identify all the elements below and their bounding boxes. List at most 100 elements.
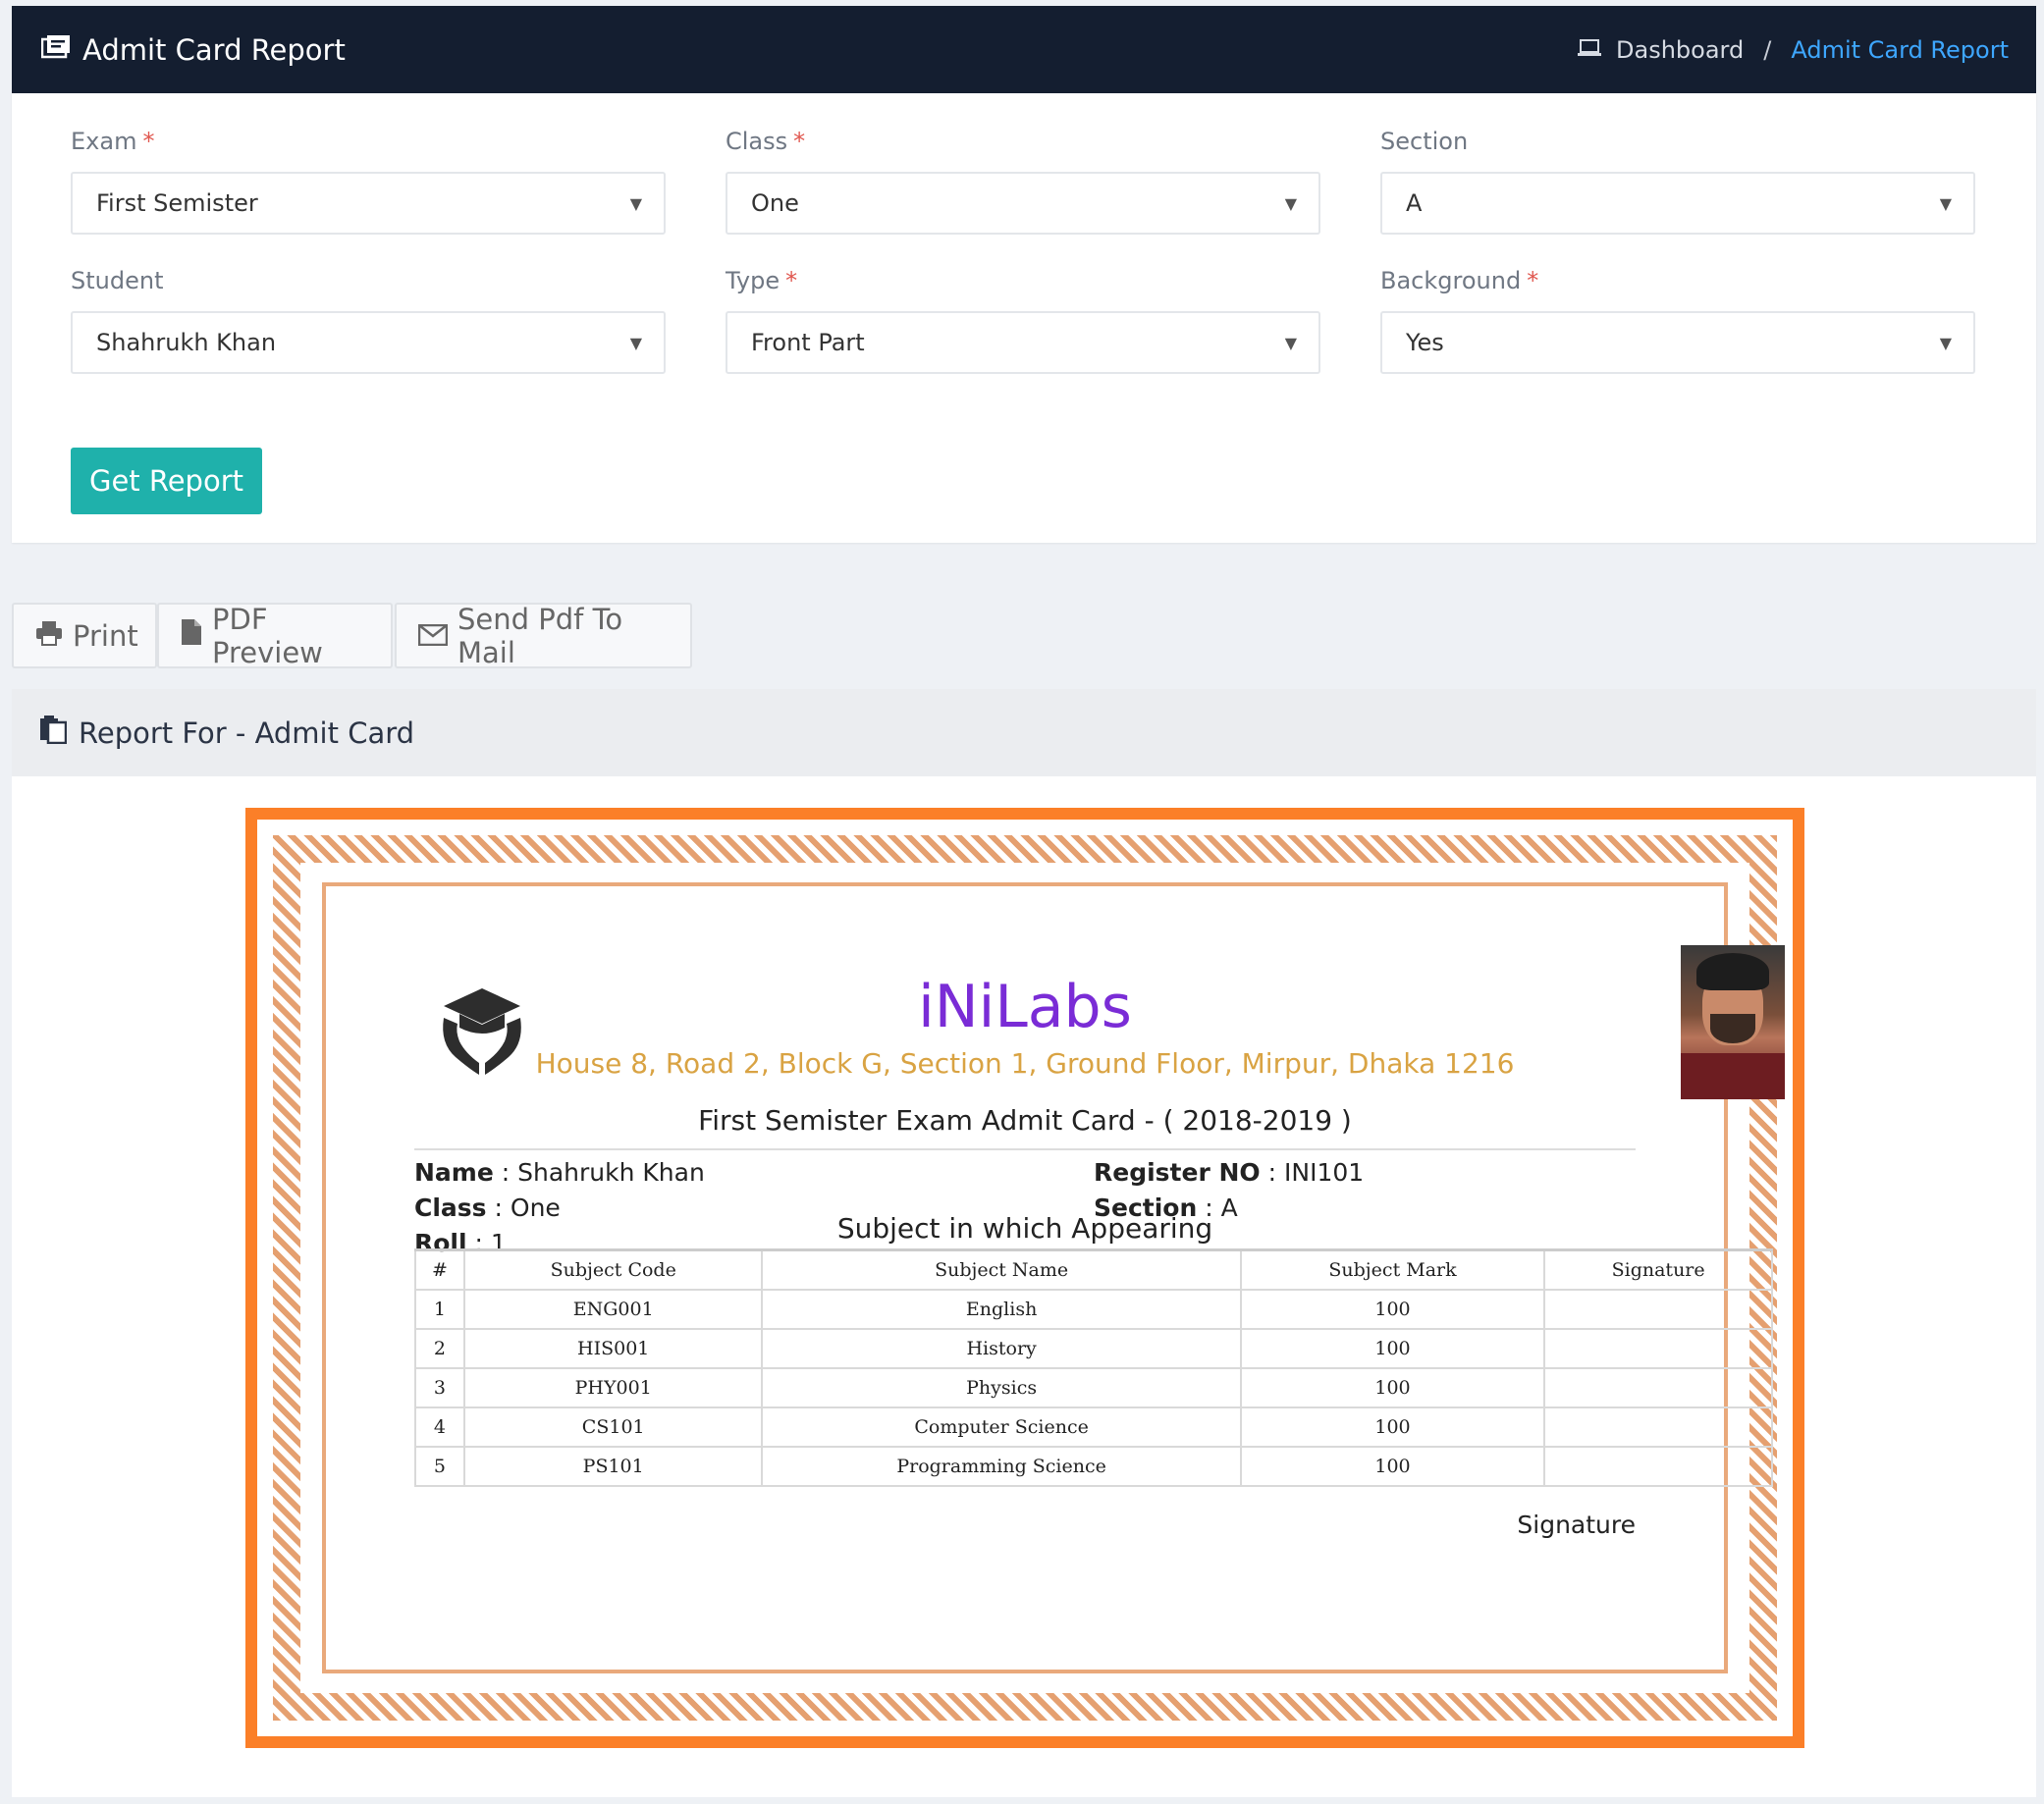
file-icon (181, 618, 202, 653)
table-row: 4 CS101 Computer Science 100 (414, 1406, 1773, 1448)
background-select[interactable]: Yes ▼ (1380, 311, 1975, 374)
cell-signature (1543, 1446, 1773, 1487)
section-field: Section A ▼ (1380, 125, 1975, 235)
printer-icon (35, 619, 63, 653)
background-value: Yes (1406, 329, 1444, 356)
caret-down-icon: ▼ (1284, 333, 1297, 352)
page-header: Admit Card Report Dashboard / Admit Card… (12, 6, 2036, 93)
required-marker: * (785, 267, 798, 294)
breadcrumb-current: Admit Card Report (1791, 35, 2009, 64)
cell-subject-mark: 100 (1239, 1328, 1546, 1369)
print-button[interactable]: Print (12, 603, 157, 668)
breadcrumb-separator: / (1763, 35, 1772, 64)
column-header: Subject Name (761, 1248, 1242, 1291)
column-header: Signature (1543, 1248, 1773, 1291)
envelope-icon (417, 619, 449, 653)
column-header: # (414, 1248, 465, 1291)
caret-down-icon: ▼ (629, 333, 642, 352)
background-field: Background * Yes ▼ (1380, 264, 1975, 374)
clipboard-icon (39, 715, 68, 751)
cell-index: 5 (414, 1446, 465, 1487)
exam-field: Exam * First Semister ▼ (71, 125, 666, 235)
class-select[interactable]: One ▼ (726, 172, 1320, 235)
exam-label: Exam * (71, 128, 155, 155)
breadcrumb-dashboard-link[interactable]: Dashboard (1616, 36, 1744, 64)
school-address: House 8, Road 2, Block G, Section 1, Gro… (535, 1047, 1515, 1080)
column-header: Subject Mark (1239, 1248, 1546, 1291)
student-select[interactable]: Shahrukh Khan ▼ (71, 311, 666, 374)
student-label: Student (71, 267, 164, 294)
cell-subject-code: PS101 (462, 1446, 764, 1487)
required-marker: * (142, 128, 155, 155)
pdf-preview-label: PDF Preview (212, 602, 323, 669)
school-name: iNiLabs (918, 973, 1132, 1041)
student-value: Shahrukh Khan (96, 329, 277, 356)
page-title: Admit Card Report (40, 6, 346, 93)
required-marker: * (1527, 267, 1539, 294)
table-row: 2 HIS001 History 100 (414, 1328, 1773, 1369)
cell-subject-name: English (761, 1289, 1242, 1330)
student-name-row: Name : Shahrukh Khan (414, 1158, 705, 1187)
divider (414, 1148, 1636, 1150)
exam-value: First Semister (96, 189, 258, 217)
admit-card: iNiLabs House 8, Road 2, Block G, Sectio… (245, 808, 1804, 1748)
cell-subject-name: History (761, 1328, 1242, 1369)
cell-subject-code: HIS001 (462, 1328, 764, 1369)
send-mail-label: Send Pdf To Mail (457, 602, 623, 669)
cell-subject-mark: 100 (1239, 1289, 1546, 1330)
admit-card-content: iNiLabs House 8, Road 2, Block G, Sectio… (322, 882, 1785, 1673)
type-field: Type * Front Part ▼ (726, 264, 1320, 374)
cell-index: 4 (414, 1406, 465, 1448)
type-select[interactable]: Front Part ▼ (726, 311, 1320, 374)
send-pdf-mail-button[interactable]: Send Pdf To Mail (395, 602, 692, 669)
cell-signature (1543, 1406, 1773, 1448)
cell-index: 1 (414, 1289, 465, 1330)
section-select[interactable]: A ▼ (1380, 172, 1975, 235)
report-card-icon (40, 33, 71, 67)
table-row: 5 PS101 Programming Science 100 (414, 1446, 1773, 1487)
cell-subject-mark: 100 (1239, 1406, 1546, 1448)
subjects-table: # Subject Code Subject Name Subject Mark… (414, 1248, 1773, 1487)
caret-down-icon: ▼ (1284, 193, 1297, 213)
appearing-title: Subject in which Appearing (836, 1212, 1213, 1245)
caret-down-icon: ▼ (629, 193, 642, 213)
admit-card-title: First Semister Exam Admit Card - ( 2018-… (698, 1104, 1352, 1137)
get-report-button[interactable]: Get Report (71, 448, 262, 514)
section-value: A (1406, 189, 1423, 217)
register-no-row: Register NO : INI101 (1094, 1158, 1365, 1187)
required-marker: * (793, 128, 806, 155)
type-value: Front Part (751, 329, 865, 356)
student-photo (1681, 945, 1785, 1099)
cell-subject-mark: 100 (1239, 1367, 1546, 1408)
report-heading-text: Report For - Admit Card (79, 716, 415, 750)
column-header: Subject Code (462, 1248, 764, 1291)
register-no: INI101 (1284, 1158, 1365, 1187)
table-row: 1 ENG001 English 100 (414, 1289, 1773, 1330)
cell-subject-name: Programming Science (761, 1446, 1242, 1487)
laptop-icon (1577, 36, 1602, 64)
cell-signature (1543, 1328, 1773, 1369)
class-label: Class * (726, 128, 806, 155)
table-row: 3 PHY001 Physics 100 (414, 1367, 1773, 1408)
section-label: Section (1380, 128, 1469, 155)
exam-select[interactable]: First Semister ▼ (71, 172, 666, 235)
caret-down-icon: ▼ (1939, 333, 1952, 352)
background-label: Background * (1380, 267, 1539, 294)
cell-subject-code: PHY001 (462, 1367, 764, 1408)
page-title-text: Admit Card Report (82, 32, 346, 67)
student-field: Student Shahrukh Khan ▼ (71, 264, 666, 374)
admit-card-frame: iNiLabs House 8, Road 2, Block G, Sectio… (257, 820, 1793, 1736)
pdf-preview-button[interactable]: PDF Preview (157, 602, 393, 669)
table-header-row: # Subject Code Subject Name Subject Mark… (414, 1248, 1773, 1291)
cell-subject-name: Physics (761, 1367, 1242, 1408)
cell-subject-code: CS101 (462, 1406, 764, 1448)
cell-subject-name: Computer Science (761, 1406, 1242, 1448)
class-field: Class * One ▼ (726, 125, 1320, 235)
cell-subject-mark: 100 (1239, 1446, 1546, 1487)
caret-down-icon: ▼ (1939, 193, 1952, 213)
class-value: One (751, 189, 799, 217)
cell-subject-code: ENG001 (462, 1289, 764, 1330)
signature-label: Signature (1517, 1511, 1636, 1539)
cell-signature (1543, 1367, 1773, 1408)
breadcrumb: Dashboard / Admit Card Report (1577, 6, 2009, 93)
